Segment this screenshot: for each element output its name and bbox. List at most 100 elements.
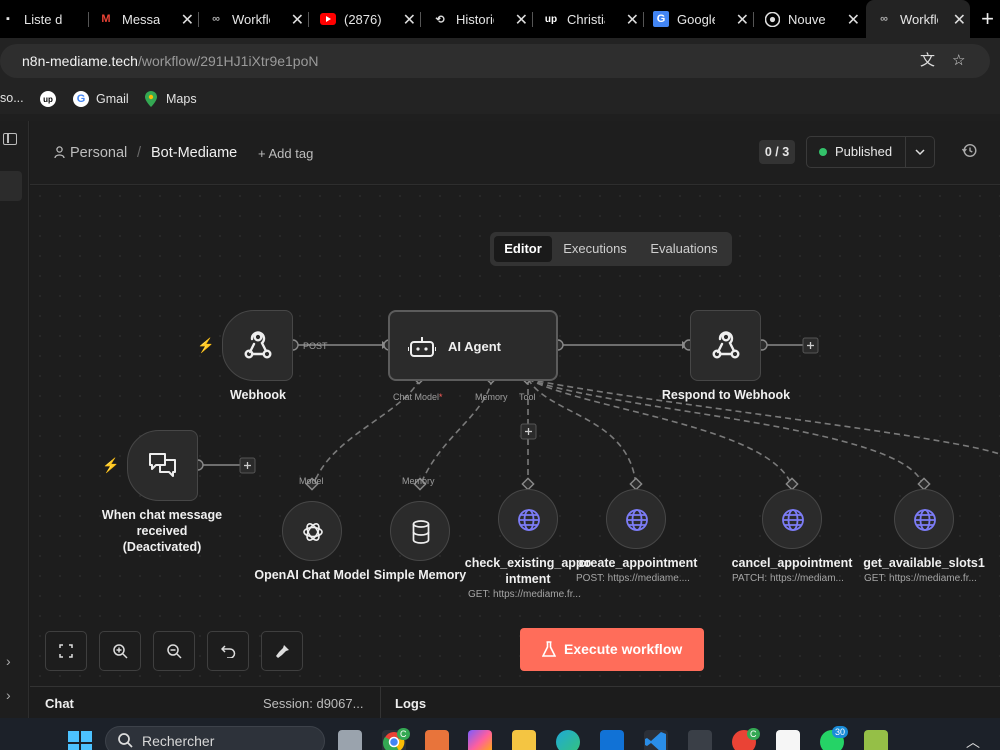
close-tab-icon[interactable]: ✕ — [847, 10, 860, 30]
browser-tab[interactable]: up Christia ✕ — [543, 0, 643, 38]
webhook-node[interactable] — [222, 310, 293, 381]
view-tabs: Editor Executions Evaluations — [490, 232, 732, 266]
terminal-icon[interactable] — [688, 730, 712, 750]
node-label: Respond to Webhook — [661, 388, 791, 402]
bookmarks-bar: so... up G Gmail Maps — [0, 84, 1000, 114]
n8n-icon: ∞ — [212, 13, 220, 25]
edge-icon[interactable] — [556, 730, 580, 750]
close-tab-icon[interactable]: ✕ — [515, 10, 528, 30]
port-label: Tool — [519, 392, 536, 402]
logs-panel-tab[interactable]: Logs — [395, 696, 426, 711]
shopify-icon[interactable] — [864, 730, 888, 750]
tool-node-check-existing[interactable] — [498, 489, 558, 549]
undo-button[interactable] — [207, 631, 249, 671]
sidebar-toggle-icon[interactable] — [3, 133, 17, 145]
tool-node-create-appointment[interactable] — [606, 489, 666, 549]
close-tab-icon[interactable]: ✕ — [736, 10, 749, 30]
bookmark-star-icon[interactable]: ☆ — [952, 44, 965, 78]
bookmark-gmail[interactable]: G Gmail — [73, 91, 129, 107]
ai-agent-node[interactable]: AI Agent — [388, 310, 558, 381]
maps-pin-icon — [143, 91, 159, 107]
fit-view-button[interactable] — [45, 631, 87, 671]
publish-dropdown-button[interactable] — [906, 136, 935, 168]
close-tab-icon[interactable]: ✕ — [403, 10, 416, 30]
browser-tab-active[interactable]: ∞ Workflo ✕ — [866, 0, 970, 38]
breadcrumb-project[interactable]: Personal — [54, 145, 127, 161]
task-view-icon[interactable] — [338, 730, 362, 750]
browser-tab[interactable]: (2876) p ✕ — [320, 0, 420, 38]
chevron-up-icon[interactable]: ︿ — [966, 732, 980, 750]
tidy-up-button[interactable] — [261, 631, 303, 671]
node-label: AI Agent — [448, 339, 501, 354]
openai-icon — [303, 523, 323, 541]
add-tag-button[interactable]: + Add tag — [258, 146, 313, 161]
database-icon — [412, 520, 430, 544]
page-icon: ▪ — [6, 13, 10, 25]
browser-tab[interactable]: ▪ Liste de — [0, 0, 88, 38]
port-label: Model — [299, 476, 324, 486]
vscode-icon[interactable] — [644, 730, 668, 750]
copilot-icon[interactable] — [468, 730, 492, 750]
windows-taskbar: Rechercher C C 30 ︿ — [0, 718, 1000, 750]
sidebar-selected-item[interactable] — [0, 171, 22, 201]
close-tab-icon[interactable]: ✕ — [626, 10, 639, 30]
close-tab-icon[interactable]: ✕ — [181, 10, 194, 30]
url-field[interactable]: n8n-mediame.tech/workflow/291HJ1iXtr9e1p… — [0, 44, 990, 78]
close-tab-icon[interactable]: ✕ — [953, 10, 966, 30]
google-icon: G — [73, 91, 89, 107]
bookmark-item[interactable]: so... — [0, 91, 24, 105]
browser-tab[interactable]: ∞ Workflo ✕ — [208, 0, 308, 38]
fit-view-icon — [59, 644, 73, 658]
gmail-icon: M — [101, 13, 111, 25]
workflow-name[interactable]: Bot-Mediame — [151, 145, 237, 161]
bookmark-maps[interactable]: Maps — [143, 91, 197, 107]
chat-bubble-icon — [149, 453, 176, 477]
respond-to-webhook-node[interactable] — [690, 310, 761, 381]
tab-evaluations[interactable]: Evaluations — [640, 236, 728, 262]
simple-memory-node[interactable] — [390, 501, 450, 561]
node-subtitle: GET: https://mediame.fr... — [864, 573, 977, 584]
notification-badge: 30 — [832, 726, 849, 738]
chat-trigger-node[interactable] — [127, 430, 198, 501]
browser-tab[interactable]: M Messag ✕ — [98, 0, 198, 38]
new-tab-button[interactable]: + — [981, 6, 994, 32]
node-subtitle: POST: https://mediame.... — [576, 573, 690, 584]
flask-icon — [542, 641, 556, 657]
tab-editor[interactable]: Editor — [494, 236, 552, 262]
bookmark-upwork[interactable]: up — [40, 91, 63, 107]
chat-panel-tab[interactable]: Chat — [45, 696, 74, 711]
tool-node-cancel-appointment[interactable] — [762, 489, 822, 549]
chevron-right-icon[interactable]: › — [6, 687, 11, 703]
notification-badge: C — [397, 728, 410, 740]
execute-workflow-button[interactable]: Execute workflow — [520, 628, 704, 671]
windows-start-icon[interactable] — [68, 731, 92, 750]
outlook-icon[interactable] — [600, 730, 624, 750]
left-sidebar: › › — [0, 121, 29, 718]
browser-tab[interactable]: G Google ✕ — [653, 0, 753, 38]
port-label: POST — [303, 341, 328, 351]
browser-tab[interactable]: ⟲ Historiq ✕ — [432, 0, 532, 38]
chevron-down-icon — [915, 149, 925, 156]
publish-button[interactable]: Published — [806, 136, 906, 168]
robot-icon — [408, 337, 436, 357]
openai-chat-model-node[interactable] — [282, 501, 342, 561]
browser-tab[interactable]: Nouvel ✕ — [764, 0, 864, 38]
undo-icon — [221, 645, 236, 658]
tool-node-get-available-slots[interactable] — [894, 489, 954, 549]
chevron-right-icon[interactable]: › — [6, 653, 11, 669]
store-icon[interactable] — [425, 730, 449, 750]
notification-badge: C — [747, 728, 760, 740]
node-label: create_appointment — [578, 556, 698, 570]
browser-tab-bar: ▪ Liste de M Messag ✕ ∞ Workflo ✕ (2876)… — [0, 0, 1000, 38]
close-tab-icon[interactable]: ✕ — [291, 10, 304, 30]
workflow-canvas[interactable]: Editor Executions Evaluations ⚡ POST Web… — [30, 186, 1000, 686]
zoom-out-button[interactable] — [153, 631, 195, 671]
tab-executions[interactable]: Executions — [556, 236, 634, 262]
workflow-header: Personal / Bot-Mediame + Add tag 0 / 3 P… — [30, 121, 1000, 185]
version-history-icon[interactable] — [961, 143, 977, 162]
file-explorer-icon[interactable] — [512, 730, 536, 750]
notepad-icon[interactable] — [776, 730, 800, 750]
translate-icon[interactable]: 文 — [920, 44, 935, 78]
zoom-in-button[interactable] — [99, 631, 141, 671]
taskbar-search[interactable]: Rechercher — [105, 726, 325, 750]
